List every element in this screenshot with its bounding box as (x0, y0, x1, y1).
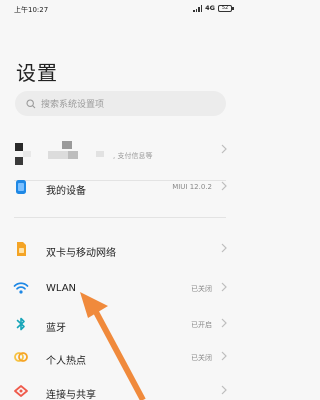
wifi-icon (13, 282, 29, 294)
status-indicators: 4G 52 (193, 4, 234, 12)
phone-icon (16, 180, 26, 194)
sim-card-icon (17, 242, 26, 256)
bluetooth-icon (16, 317, 25, 331)
settings-label: 连接与共享 (46, 390, 96, 400)
chevron-right-icon (221, 144, 227, 154)
hotspot-icon (14, 352, 28, 362)
chevron-right-icon (221, 318, 227, 328)
search-input[interactable]: 搜索系统设置项 (15, 91, 226, 116)
settings-value: 已开启 (191, 321, 212, 329)
signal-icon (193, 4, 203, 12)
network-type: 4G (205, 4, 215, 12)
page-title: 设置 (16, 61, 58, 85)
settings-row-wlan[interactable]: WLAN 已关闭 (0, 279, 241, 299)
chevron-right-icon (221, 243, 227, 253)
avatar (15, 143, 23, 151)
chevron-right-icon (221, 181, 227, 191)
settings-label: 个人热点 (46, 356, 86, 367)
search-icon (26, 98, 36, 108)
share-icon (14, 385, 28, 397)
my-device-value: MIUI 12.0.2 (172, 183, 212, 191)
account-row[interactable]: , 支付信息等 (0, 131, 241, 171)
settings-value: 已关闭 (191, 285, 212, 293)
settings-row-bluetooth[interactable]: 蓝牙 已开启 (0, 315, 241, 335)
chevron-right-icon (221, 385, 227, 395)
settings-value: 已关闭 (191, 354, 212, 362)
my-device-row[interactable]: 我的设备 MIUI 12.0.2 (0, 178, 241, 198)
settings-row-sim[interactable]: 双卡与移动网络 (0, 240, 241, 260)
settings-label: WLAN (46, 283, 77, 294)
settings-row-hotspot[interactable]: 个人热点 已关闭 (0, 348, 241, 368)
status-time: 上午10:27 (14, 6, 49, 14)
settings-row-connection[interactable]: 连接与共享 (0, 382, 241, 400)
divider (14, 217, 226, 218)
my-device-label: 我的设备 (46, 186, 86, 197)
settings-label: 蓝牙 (46, 323, 66, 334)
settings-label: 双卡与移动网络 (46, 248, 116, 259)
account-subtitle: , 支付信息等 (113, 152, 153, 160)
chevron-right-icon (221, 282, 227, 292)
status-bar: 上午10:27 4G 52 (0, 0, 241, 18)
chevron-right-icon (221, 351, 227, 361)
search-placeholder: 搜索系统设置项 (41, 100, 105, 110)
battery-icon: 52 (218, 4, 234, 12)
